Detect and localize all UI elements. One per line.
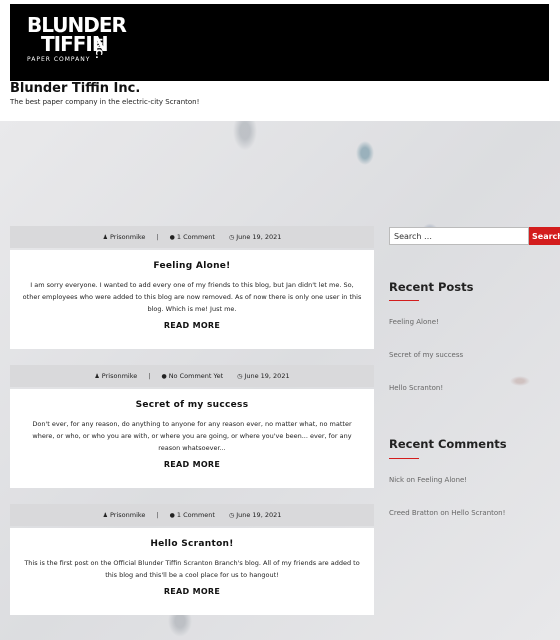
post-card: Feeling Alone! I am sorry everyone. I wa… <box>10 250 374 349</box>
meta-divider: | <box>148 372 151 380</box>
site-logo[interactable]: BLUNDER TIFFIN INC. PAPER COMPANY <box>27 15 127 68</box>
comment-post-link[interactable]: Hello Scranton! <box>451 509 505 517</box>
clock-icon: ◷ <box>237 373 243 380</box>
post-date[interactable]: ◷ June 19, 2021 <box>230 372 296 380</box>
recent-comment-item: Creed Bratton on Hello Scranton! <box>389 509 505 517</box>
comment-on-text: on <box>440 509 450 517</box>
post-title[interactable]: Hello Scranton! <box>10 539 374 549</box>
recent-post-link[interactable]: Secret of my success <box>389 351 463 359</box>
comment-on-text: on <box>406 476 416 484</box>
recent-posts-title: Recent Posts <box>389 280 474 294</box>
user-icon: ♟ <box>102 234 108 241</box>
header-banner[interactable]: BLUNDER TIFFIN INC. PAPER COMPANY <box>10 4 549 81</box>
widget-divider <box>389 300 419 301</box>
post-comments[interactable]: ● 1 Comment <box>163 511 222 519</box>
post-meta-bar: ♟ Prisonmike | ● 1 Comment ◷ June 19, 2021 <box>10 504 374 526</box>
post-date[interactable]: ◷ June 19, 2021 <box>222 511 288 519</box>
meta-divider: | <box>156 511 159 519</box>
post-author-label: Prisonmike <box>101 372 138 380</box>
comment-icon: ● <box>169 234 175 241</box>
logo-tagline: PAPER COMPANY <box>27 56 91 63</box>
clock-icon: ◷ <box>228 234 235 241</box>
post-card: Secret of my success Don't ever, for any… <box>10 389 374 488</box>
post-comments-label: 1 Comment <box>176 233 215 241</box>
post-date[interactable]: ◷ June 19, 2021 <box>222 233 288 241</box>
read-more-link[interactable]: READ MORE <box>10 321 374 330</box>
post-meta-bar: ♟ Prisonmike | ● No Comment Yet ◷ June 19, … <box>10 365 374 387</box>
site-title[interactable]: Blunder Tiffin Inc. <box>10 81 140 96</box>
recent-comments-title: Recent Comments <box>389 437 507 451</box>
post-excerpt: Don't ever, for any reason, do anything … <box>32 420 352 452</box>
site-header: BLUNDER TIFFIN INC. PAPER COMPANY Blunde… <box>0 0 560 121</box>
recent-post-link[interactable]: Feeling Alone! <box>389 318 439 326</box>
post-excerpt: This is the first post on the Official B… <box>24 559 360 579</box>
logo-line2: TIFFIN <box>41 32 109 56</box>
post-meta-bar: ♟ Prisonmike | ● 1 Comment ◷ June 19, 2021 <box>10 226 374 248</box>
post-author[interactable]: ♟ Prisonmike <box>87 372 144 380</box>
comment-author-link[interactable]: Creed Bratton <box>389 509 438 517</box>
comment-author-link[interactable]: Nick <box>389 476 404 484</box>
post-date-label: June 19, 2021 <box>236 233 282 241</box>
comment-icon: ● <box>169 512 175 519</box>
user-icon: ♟ <box>94 373 100 380</box>
search-input[interactable] <box>389 227 529 245</box>
post-excerpt: I am sorry everyone. I wanted to add eve… <box>22 281 362 313</box>
post-title[interactable]: Secret of my success <box>10 400 374 410</box>
comment-post-link[interactable]: Feeling Alone! <box>417 476 467 484</box>
read-more-link[interactable]: READ MORE <box>10 460 374 469</box>
search-button[interactable]: Search <box>529 227 560 245</box>
post-comments[interactable]: ● 1 Comment <box>163 233 222 241</box>
post-comments[interactable]: ● No Comment Yet <box>154 372 230 380</box>
comment-icon: ● <box>161 373 167 380</box>
post-date-label: June 19, 2021 <box>244 372 290 380</box>
widget-divider <box>389 458 419 459</box>
meta-divider: | <box>156 233 159 241</box>
logo-inc: INC. <box>93 38 103 59</box>
recent-post-link[interactable]: Hello Scranton! <box>389 384 443 392</box>
post-author[interactable]: ♟ Prisonmike <box>96 511 153 519</box>
read-more-link[interactable]: READ MORE <box>10 587 374 596</box>
post-author[interactable]: ♟ Prisonmike <box>96 233 153 241</box>
post-comments-label: 1 Comment <box>176 511 215 519</box>
post-author-label: Prisonmike <box>110 233 146 241</box>
clock-icon: ◷ <box>228 512 235 519</box>
post-author-label: Prisonmike <box>110 511 146 519</box>
site-description: The best paper company in the electric-c… <box>10 98 200 106</box>
post-comments-label: No Comment Yet <box>168 372 224 380</box>
recent-comment-item: Nick on Feeling Alone! <box>389 476 467 484</box>
user-icon: ♟ <box>102 512 108 519</box>
post-card: Hello Scranton! This is the first post o… <box>10 528 374 615</box>
post-date-label: June 19, 2021 <box>236 511 282 519</box>
post-title[interactable]: Feeling Alone! <box>10 261 374 271</box>
